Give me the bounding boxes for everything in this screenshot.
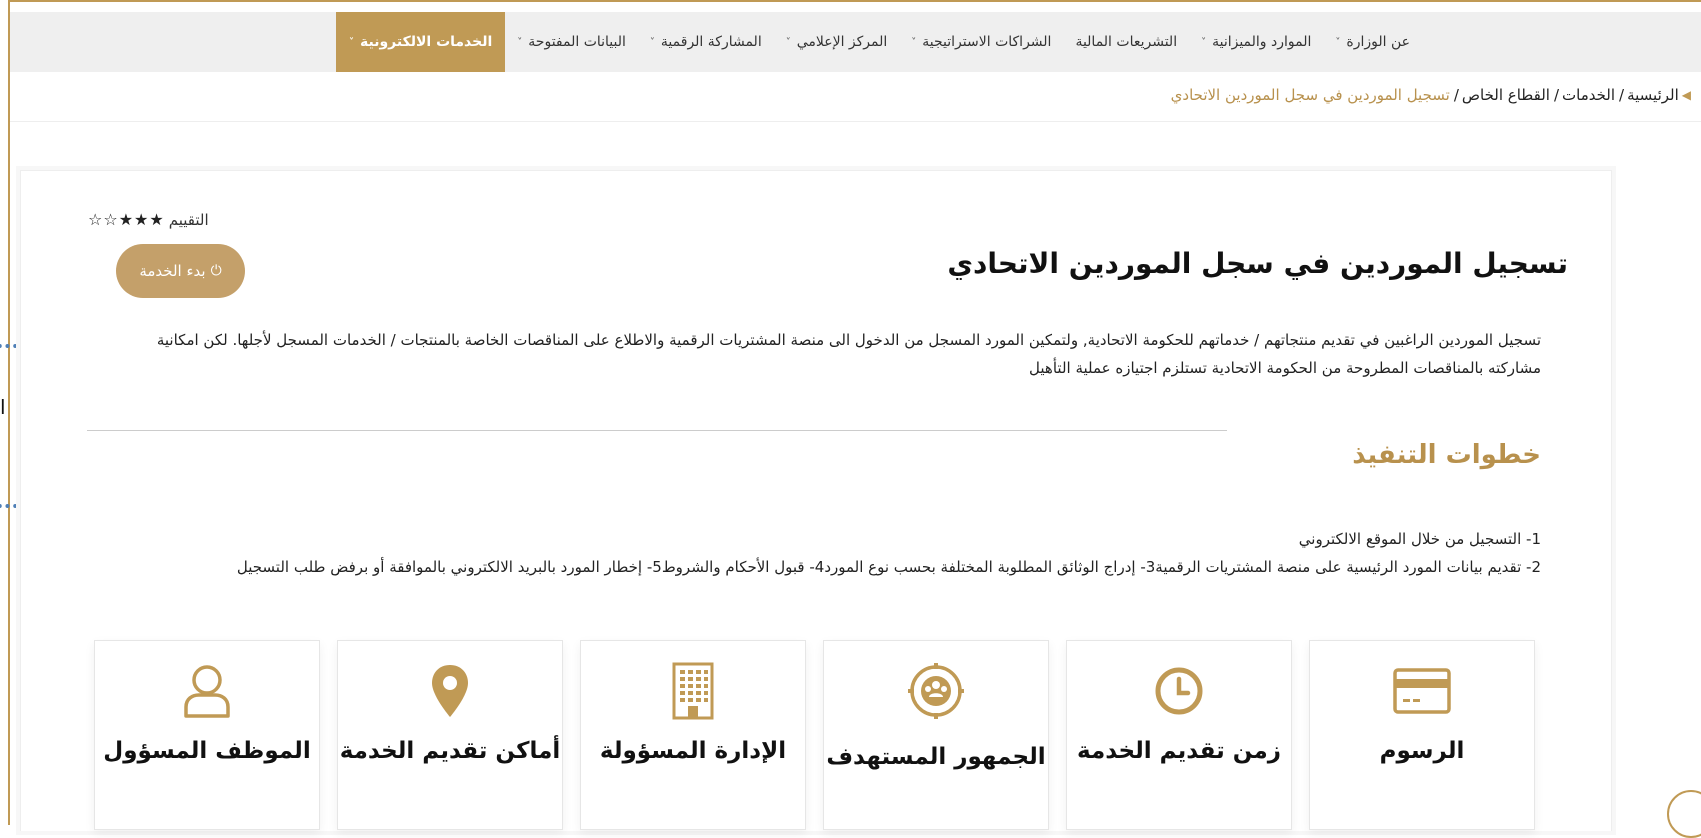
info-boxes: الموظف المسؤول أماكن تقديم الخدمة الإدار… [94,640,1535,830]
top-navigation: عن الوزارة ˅ الموارد والميزانية ˅ التشريعات … [10,12,1701,72]
rating-stars-icon[interactable]: ★★★☆☆ [88,210,165,229]
breadcrumb-arrow-icon: ◀ [1681,88,1691,102]
chevron-down-icon: ˅ [911,36,917,48]
chevron-down-icon: ˅ [1335,36,1341,48]
nav-item[interactable]: المركز الإعلامي ˅ [774,12,900,72]
nav-item[interactable]: المشاركة الرقمية ˅ [638,12,774,72]
nav-item-label: الخدمات الالكترونية [359,34,493,50]
nav-item[interactable]: عن الوزارة ˅ [1323,12,1422,72]
info-box-service-locations[interactable]: أماكن تقديم الخدمة [337,640,563,830]
building-icon [663,662,723,720]
breadcrumb-separator: / [1453,86,1459,104]
start-service-button[interactable]: ⏻ بدء الخدمة [116,244,245,298]
corner-badge-icon[interactable] [1667,790,1701,838]
rating-label: التقييم [168,210,209,229]
power-icon: ⏻ [210,263,222,279]
nav-item-label: البيانات المفتوحة [528,34,626,50]
service-description: تسجيل الموردين الراغبين في تقديم منتجاته… [156,331,1541,377]
chevron-down-icon: ˅ [785,36,791,48]
chevron-down-icon: ˅ [348,36,354,48]
nav-item-label: التشريعات المالية [1075,34,1178,50]
steps-heading: خطوات التنفيذ [1352,439,1541,470]
breadcrumb-separator: / [1619,86,1625,104]
annotation-text: ا [0,395,6,419]
breadcrumb-link[interactable]: الخدمات [1562,86,1615,104]
info-box-label: الإدارة المسؤولة [599,738,787,764]
service-rating: التقييم ★★★☆☆ [88,210,209,229]
chevron-down-icon: ˅ [1201,36,1207,48]
start-service-label: بدء الخدمة [139,262,206,280]
page-title: تسجيل الموردين في سجل الموردين الاتحادي [947,246,1568,280]
breadcrumb: ◀ الرئيسية / الخدمات / القطاع الخاص / تسجيل ال… [1171,86,1691,104]
info-box-label: الموظف المسؤول [103,738,311,764]
chevron-down-icon: ˅ [649,36,655,48]
info-box-label: الرسوم [1379,738,1465,764]
breadcrumb-link[interactable]: القطاع الخاص [1462,86,1550,104]
credit-card-icon [1392,663,1452,719]
nav-item-label: الموارد والميزانية [1212,34,1312,50]
nav-item[interactable]: التشريعات المالية [1063,12,1189,72]
location-pin-icon [420,663,480,719]
breadcrumb-link[interactable]: الرئيسية [1627,86,1679,104]
info-box-responsible-department[interactable]: الإدارة المسؤولة [580,640,806,830]
info-box-label: زمن تقديم الخدمة [1077,738,1281,764]
info-box-responsible-employee[interactable]: الموظف المسؤول [94,640,320,830]
breadcrumb-current: تسجيل الموردين في سجل الموردين الاتحادي [1170,86,1450,104]
chevron-down-icon: ˅ [517,36,523,48]
info-box-label: أماكن تقديم الخدمة [339,738,561,764]
info-box-target-audience[interactable]: الجمهور المستهدف [823,640,1049,830]
info-box-fees[interactable]: الرسوم [1309,640,1535,830]
nav-item-label: المشاركة الرقمية [660,34,762,50]
clock-icon [1149,663,1209,719]
nav-item-label: الشراكات الاستراتيجية [922,34,1052,50]
step-item: 1- التسجيل من خلال الموقع الالكتروني [1298,530,1541,548]
steps-list: 1- التسجيل من خلال الموقع الالكتروني 2- … [141,525,1541,581]
nav-item[interactable]: الشراكات الاستراتيجية ˅ [899,12,1063,72]
steps-divider [87,430,1227,431]
nav-list: عن الوزارة ˅ الموارد والميزانية ˅ التشريعات … [335,12,1422,72]
breadcrumb-separator: / [1553,86,1559,104]
nav-item-label: المركز الإعلامي [796,34,888,50]
nav-item[interactable]: الموارد والميزانية ˅ [1189,12,1323,72]
breadcrumb-divider [10,121,1701,122]
nav-item[interactable]: الخدمات الالكترونية ˅ [335,12,506,72]
info-box-service-time[interactable]: زمن تقديم الخدمة [1066,640,1292,830]
step-item: 2- تقديم بيانات المورد الرئيسية على منصة… [236,558,1541,576]
audience-icon [906,663,966,719]
info-box-label: الجمهور المستهدف [826,744,1046,770]
nav-item-label: عن الوزارة [1346,34,1410,50]
user-icon [177,663,237,719]
nav-item[interactable]: البيانات المفتوحة ˅ [505,12,638,72]
